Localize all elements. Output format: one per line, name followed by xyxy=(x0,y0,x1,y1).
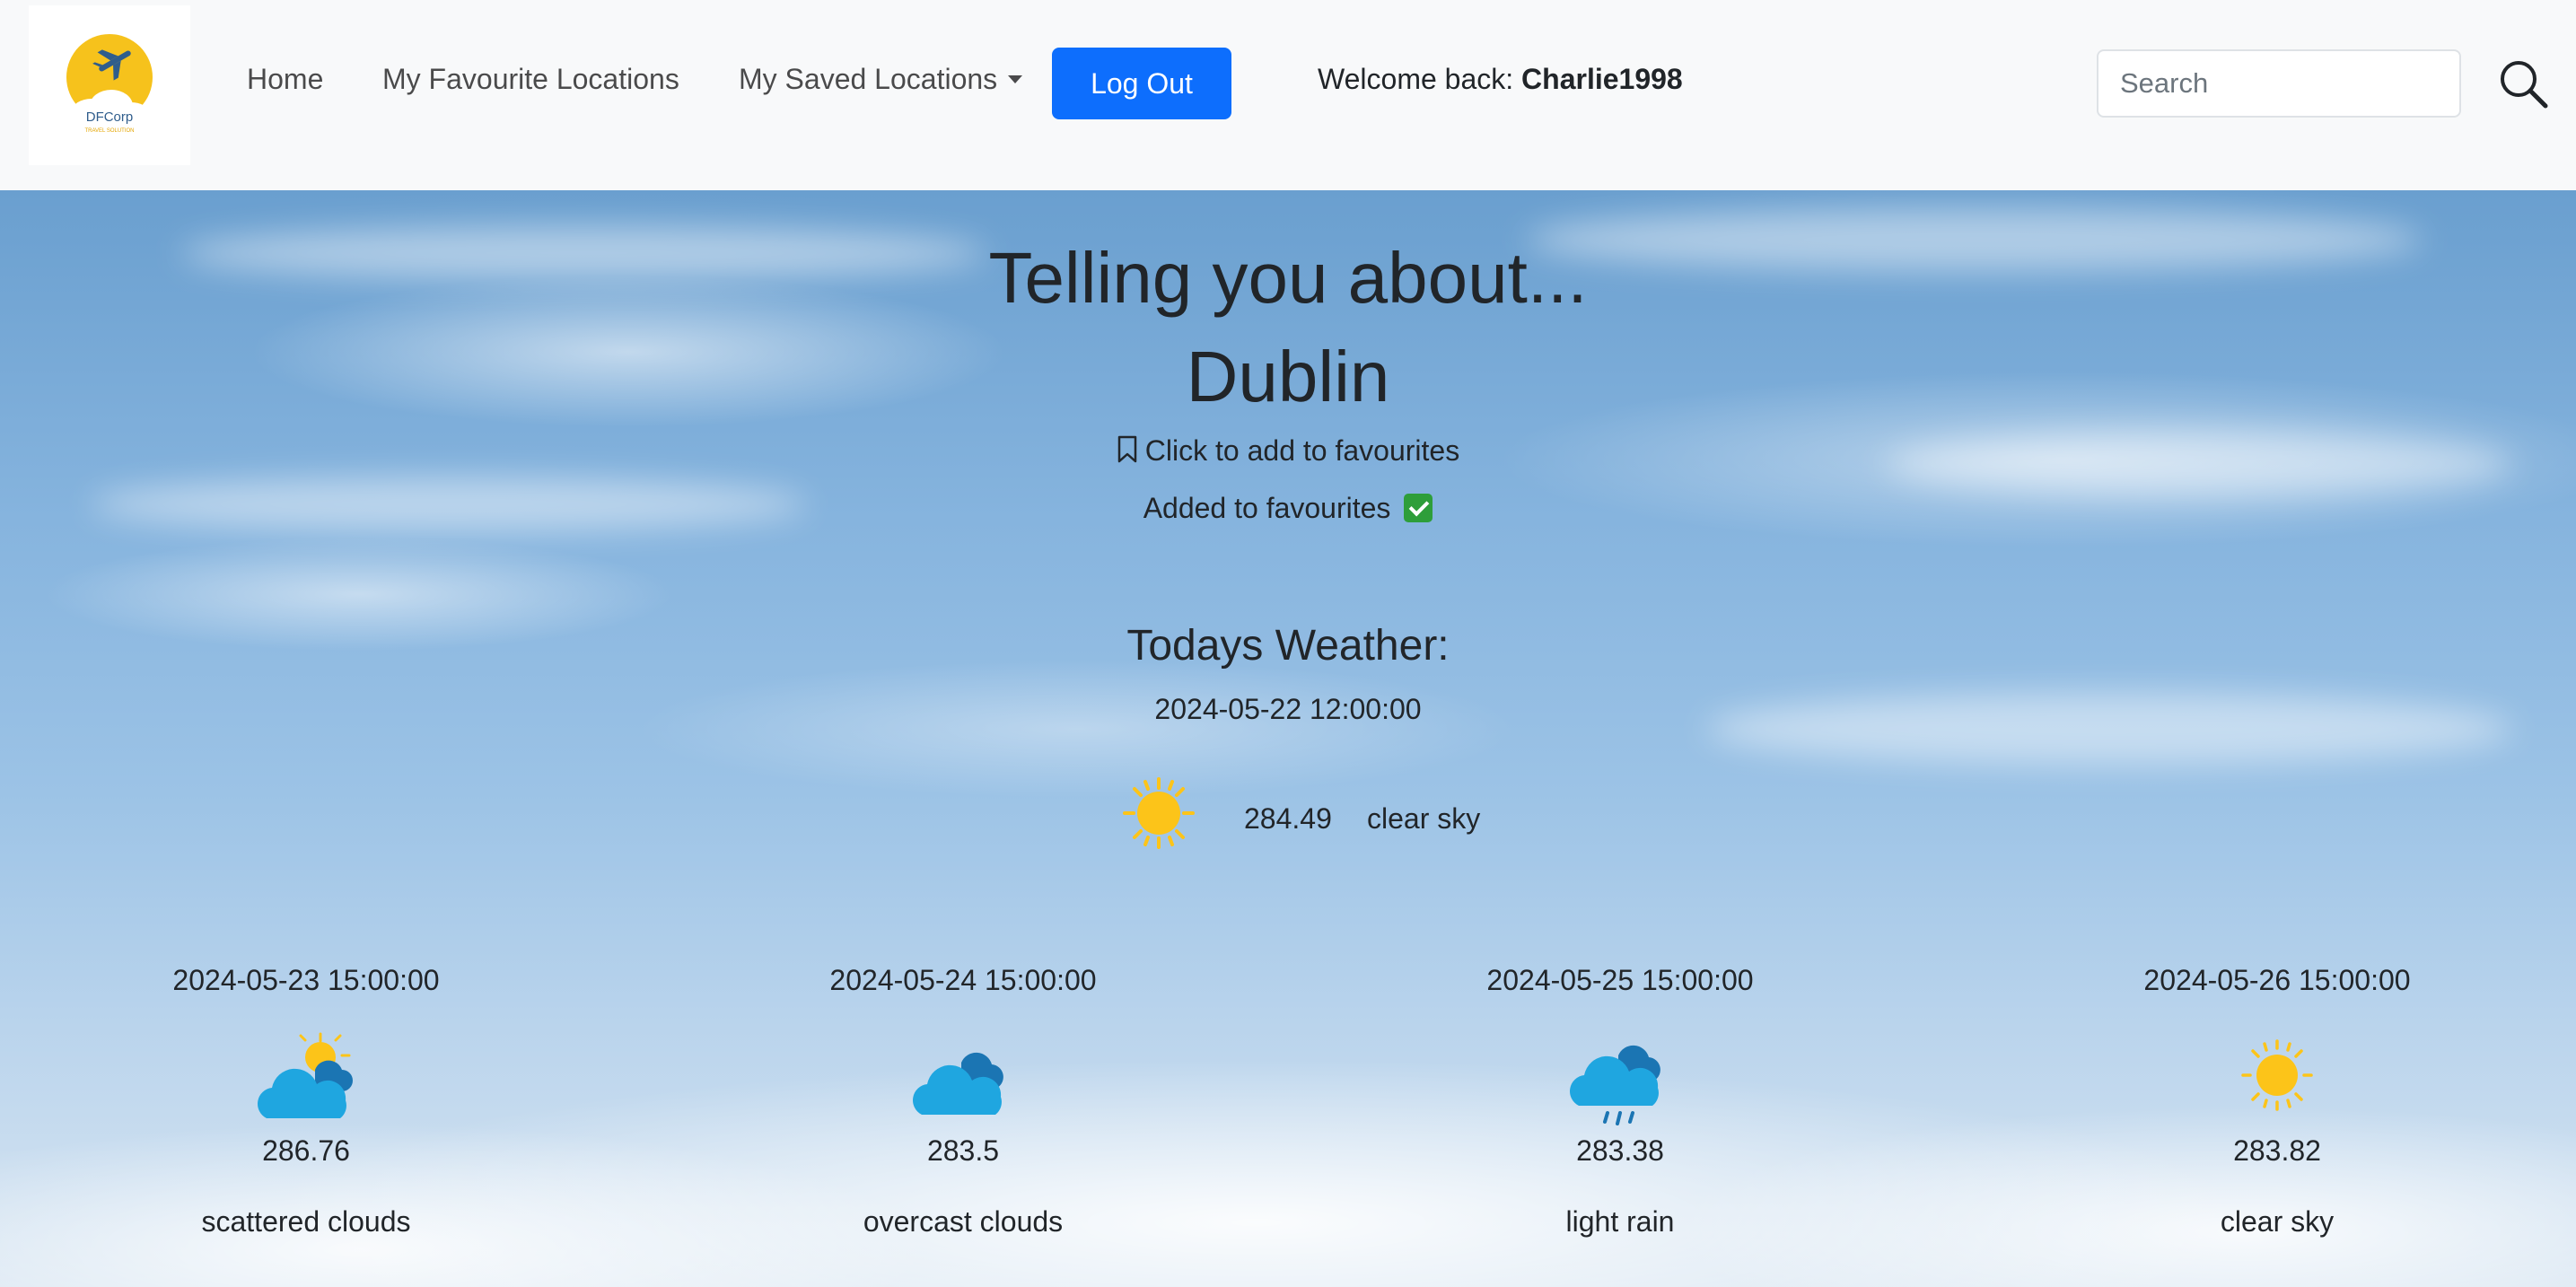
nav-saved-locations-label: My Saved Locations xyxy=(739,63,998,95)
rain-cloud-icon xyxy=(1570,1045,1660,1125)
forecast-icon-wrap xyxy=(1566,1030,1674,1129)
city-name: Dublin xyxy=(1186,337,1390,416)
logout-button[interactable]: Log Out xyxy=(1052,48,1231,119)
add-to-favourites-button[interactable]: Click to add to favourites xyxy=(0,434,2576,468)
nav-home-link[interactable]: Home xyxy=(247,63,323,96)
welcome-message: Welcome back: Charlie1998 xyxy=(1318,63,1683,96)
forecast-icon-wrap xyxy=(252,1030,360,1129)
add-to-favourites-label: Click to add to favourites xyxy=(1144,434,1460,467)
forecast-description: clear sky xyxy=(2220,1205,2335,1238)
partly-cloudy-icon xyxy=(258,1032,353,1118)
todays-weather-date: 2024-05-22 12:00:00 xyxy=(1154,693,1422,725)
navbar: DFCorp TRAVEL SOLUTION Home My Favourite… xyxy=(0,0,2576,190)
todays-temperature: 284.49 xyxy=(1244,802,1332,835)
forecast-date: 2024-05-25 15:00:00 xyxy=(1486,964,1754,996)
nav-saved-locations-dropdown[interactable]: My Saved Locations xyxy=(739,63,1023,96)
favourite-status-text: Added to favourites xyxy=(1143,492,1391,524)
todays-weather-row: 284.49 clear sky xyxy=(0,775,2576,865)
svg-text:DFCorp: DFCorp xyxy=(86,109,134,125)
brand-logo[interactable]: DFCorp TRAVEL SOLUTION xyxy=(29,5,190,165)
chevron-down-icon xyxy=(1008,75,1023,83)
forecast-description: scattered clouds xyxy=(201,1205,411,1238)
sun-icon xyxy=(1123,777,1195,849)
nav-favourite-locations-link[interactable]: My Favourite Locations xyxy=(382,63,679,96)
sun-icon xyxy=(2241,1039,2313,1111)
weather-hero: Telling you about... Dublin Click to add… xyxy=(0,190,2576,1287)
forecast-description: light rain xyxy=(1565,1205,1675,1238)
welcome-prefix: Welcome back: xyxy=(1318,63,1522,95)
forecast-date: 2024-05-26 15:00:00 xyxy=(2143,964,2411,996)
forecast-description: overcast clouds xyxy=(863,1205,1064,1238)
todays-description: clear sky xyxy=(1367,802,1481,835)
check-mark-icon xyxy=(1404,494,1433,522)
todays-weather-heading: Todays Weather: xyxy=(1126,622,1450,670)
forecast-date: 2024-05-23 15:00:00 xyxy=(172,964,440,996)
forecast-temperature: 283.5 xyxy=(926,1134,1000,1167)
page-title: Telling you about... xyxy=(988,238,1588,318)
forecast-date: 2024-05-24 15:00:00 xyxy=(829,964,1097,996)
svg-text:TRAVEL SOLUTION: TRAVEL SOLUTION xyxy=(84,128,134,134)
logo-sun-plane-icon: DFCorp TRAVEL SOLUTION xyxy=(66,34,153,134)
bookmark-icon xyxy=(1117,435,1137,463)
cloud-icon xyxy=(913,1052,1003,1115)
forecast-temperature: 283.38 xyxy=(1576,1134,1664,1167)
forecast-icon-wrap xyxy=(909,1030,1017,1129)
username: Charlie1998 xyxy=(1521,63,1683,95)
forecast-icon-wrap xyxy=(2223,1030,2331,1129)
forecast-temperature: 286.76 xyxy=(262,1134,350,1167)
forecast-card: 2024-05-23 15:00:00 286.76 scattered clo… xyxy=(127,962,486,1239)
search-button[interactable] xyxy=(2497,57,2551,111)
forecast-card: 2024-05-24 15:00:00 283.5 overcast cloud… xyxy=(784,962,1143,1239)
search-icon xyxy=(2501,61,2548,109)
search-input[interactable] xyxy=(2097,49,2461,118)
forecast-card: 2024-05-26 15:00:00 283.82 clear sky xyxy=(2098,962,2457,1239)
forecast-temperature: 283.82 xyxy=(2233,1134,2321,1167)
favourite-status: Added to favourites xyxy=(0,492,2576,525)
forecast-card: 2024-05-25 15:00:00 283.38 light rain xyxy=(1441,962,1800,1239)
